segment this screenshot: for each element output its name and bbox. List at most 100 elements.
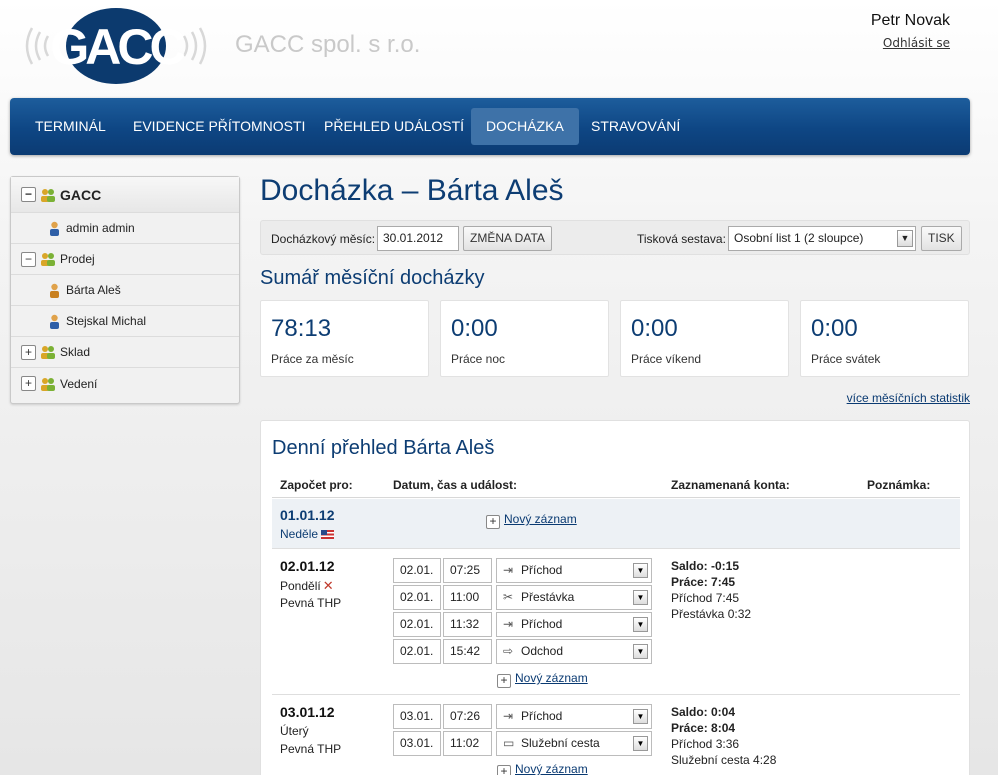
entry-time[interactable]: 07:26	[443, 704, 492, 729]
print-button[interactable]: TISK	[921, 226, 962, 251]
company-name: GACC spol. s r.o.	[235, 31, 421, 58]
tree-label: Stejskal Michal	[66, 314, 147, 328]
chevron-down-icon[interactable]: ▼	[633, 736, 648, 751]
chevron-down-icon[interactable]: ▼	[633, 644, 648, 659]
more-stats-link[interactable]: více měsíčních statistik	[847, 391, 970, 405]
tree-item-vedeni[interactable]: + Vedení	[11, 368, 239, 399]
entry-date[interactable]: 02.01.	[393, 612, 441, 637]
month-label: Docházkový měsíc:	[271, 232, 376, 246]
briefcase-icon: ▭	[503, 736, 515, 750]
new-record-link[interactable]: + Nový záznam	[486, 512, 577, 529]
entry-time[interactable]: 11:00	[443, 585, 492, 610]
entry-event-select[interactable]: ⇥ Příchod ▼	[496, 704, 652, 729]
entry-date[interactable]: 02.01.	[393, 558, 441, 583]
new-record-link[interactable]: + Nový záznam	[497, 671, 588, 688]
accounts-summary: Saldo: 0:04 Práce: 8:04 Příchod 3:36 Slu…	[671, 704, 776, 768]
tree-label: GACC	[60, 186, 102, 203]
entry-event-select[interactable]: ✂ Přestávka ▼	[496, 585, 652, 610]
day-row: 01.01.12 Neděle + Nový záznam	[272, 499, 960, 549]
entry-date[interactable]: 03.01.	[393, 704, 441, 729]
collapse-icon[interactable]: −	[21, 251, 36, 267]
stat-label: Práce za měsíc	[271, 352, 354, 366]
expand-icon[interactable]: +	[21, 344, 36, 360]
entry-event-select[interactable]: ⇨ Odchod ▼	[496, 639, 652, 664]
chevron-down-icon[interactable]: ▼	[633, 617, 648, 632]
new-record-link[interactable]: + Nový záznam	[497, 762, 588, 775]
header-divider	[272, 497, 960, 498]
tree-label: Sklad	[60, 345, 91, 359]
entry-date[interactable]: 02.01.	[393, 585, 441, 610]
chevron-down-icon[interactable]: ▼	[633, 563, 648, 578]
arrival-icon: ⇥	[503, 709, 514, 723]
nav-item-attendance[interactable]: DOCHÁZKA	[471, 108, 579, 145]
report-select[interactable]: Osobní list 1 (2 sloupce) ▼	[728, 226, 916, 251]
change-date-button[interactable]: ZMĚNA DATA	[463, 226, 552, 251]
person-icon	[50, 283, 59, 298]
tree-item-prodej[interactable]: − Prodej	[11, 244, 239, 275]
stat-card-night-work: 0:00 Práce noc	[440, 300, 609, 377]
day-name: Neděle	[280, 527, 335, 541]
day-row: 03.01.12 Úterý Pevná THP 03.01. 07:26 ⇥ P…	[272, 696, 960, 775]
group-icon	[41, 188, 55, 202]
plus-icon[interactable]: +	[486, 515, 500, 529]
daily-title: Denní přehled Bárta Aleš	[272, 437, 495, 459]
day-date: 03.01.12	[280, 704, 335, 720]
group-icon	[41, 253, 55, 266]
column-header-note: Poznámka:	[867, 478, 931, 492]
accounts-summary: Saldo: -0:15 Práce: 7:45 Příchod 7:45 Př…	[671, 558, 751, 622]
nav-item-events[interactable]: PŘEHLED UDÁLOSTÍ	[309, 108, 479, 145]
entry-date[interactable]: 03.01.	[393, 731, 441, 756]
stat-value: 0:00	[631, 315, 678, 342]
month-input[interactable]: 30.01.2012	[377, 226, 459, 251]
stat-card-holiday-work: 0:00 Práce svátek	[800, 300, 969, 377]
break-icon: ✂	[503, 590, 514, 604]
summary-title: Sumář měsíční docházky	[260, 267, 485, 289]
person-icon	[50, 221, 59, 236]
nav-item-evidence[interactable]: EVIDENCE PŘÍTOMNOSTI	[118, 108, 320, 145]
entry-event-select[interactable]: ▭ Služební cesta ▼	[496, 731, 652, 756]
day-name: Úterý	[280, 724, 309, 738]
chevron-down-icon[interactable]: ▼	[633, 709, 648, 724]
entry-event-select[interactable]: ⇥ Příchod ▼	[496, 612, 652, 637]
entry-time[interactable]: 15:42	[443, 639, 492, 664]
chevron-down-icon[interactable]: ▼	[633, 590, 648, 605]
account-line: Saldo: 0:04	[671, 705, 736, 719]
column-header-datetime: Datum, čas a událost:	[393, 478, 518, 492]
tree-item-sklad[interactable]: + Sklad	[11, 337, 239, 368]
collapse-icon[interactable]: −	[21, 187, 36, 202]
entry-time[interactable]: 11:02	[443, 731, 492, 756]
account-line: Příchod 3:36	[671, 737, 740, 751]
tree-label: Vedení	[60, 376, 98, 391]
day-date: 01.01.12	[280, 507, 335, 523]
nav-item-terminal[interactable]: TERMINÁL	[20, 108, 121, 145]
tree-root-gacc[interactable]: − GACC	[11, 177, 239, 213]
tree-label: admin admin	[66, 221, 135, 235]
entry-time[interactable]: 07:25	[443, 558, 492, 583]
entry-time[interactable]: 11:32	[443, 612, 492, 637]
expand-icon[interactable]: +	[21, 376, 36, 391]
stat-label: Práce svátek	[811, 352, 881, 366]
logout-link[interactable]: Odhlásit se	[883, 36, 950, 50]
day-name: Pondělí ✕	[280, 578, 334, 593]
plus-icon[interactable]: +	[497, 674, 511, 688]
stat-label: Práce noc	[451, 352, 506, 366]
day-row: 02.01.12 Pondělí ✕ Pevná THP 02.01. 07:25…	[272, 550, 960, 695]
tree-item-stejskal[interactable]: Stejskal Michal	[11, 306, 239, 337]
organization-tree: − GACC admin admin − Prodej Bárta Aleš S…	[10, 176, 240, 404]
column-header-counted: Započet pro:	[280, 478, 353, 492]
svg-text:GACC: GACC	[50, 19, 184, 75]
entry-event-select[interactable]: ⇥ Příchod ▼	[496, 558, 652, 583]
day-date: 02.01.12	[280, 558, 335, 574]
nav-item-meals[interactable]: STRAVOVÁNÍ	[576, 108, 695, 145]
tree-item-admin[interactable]: admin admin	[11, 213, 239, 244]
account-line: Práce: 8:04	[671, 721, 736, 735]
tree-item-barta[interactable]: Bárta Aleš	[11, 275, 239, 306]
plus-icon[interactable]: +	[497, 765, 511, 775]
account-line: Příchod 7:45	[671, 591, 740, 605]
chevron-down-icon[interactable]: ▼	[897, 230, 913, 247]
account-line: Přestávka 0:32	[671, 607, 752, 621]
entry-date[interactable]: 02.01.	[393, 639, 441, 664]
stat-value: 0:00	[451, 315, 498, 342]
group-icon	[41, 377, 55, 391]
departure-icon: ⇨	[503, 644, 514, 658]
